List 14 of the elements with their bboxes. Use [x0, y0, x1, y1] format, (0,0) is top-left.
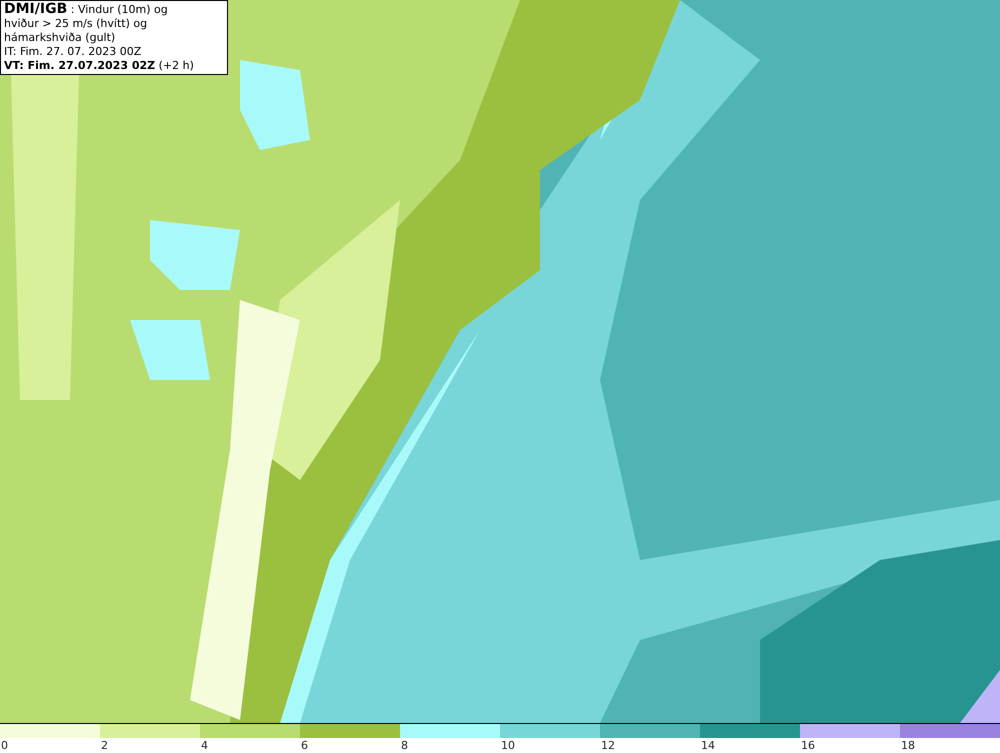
legend-label: 6: [301, 739, 308, 752]
title-text: VT: Fim. 27.07.2023 02Z (+2 h): [4, 59, 195, 73]
legend-label: 16: [801, 739, 815, 752]
legend-label: 18: [901, 739, 915, 752]
title-text: IT: Fim. 27. 07. 2023 00Z: [4, 45, 142, 59]
title-text: hviður > 25 m/s (hvítt) og hámarkshviða (gult): [4, 17, 148, 45]
legend-label: 10: [501, 739, 515, 752]
legend-label: 12: [601, 739, 615, 752]
title-text: DMI/IGB : Vindur (10m) og: [4, 2, 169, 17]
legend-label: 0: [1, 739, 8, 752]
legend-label: 14: [701, 739, 715, 752]
legend-label: 2: [101, 739, 108, 752]
legend-label: 8: [401, 739, 408, 752]
legend-label: 4: [201, 739, 208, 752]
